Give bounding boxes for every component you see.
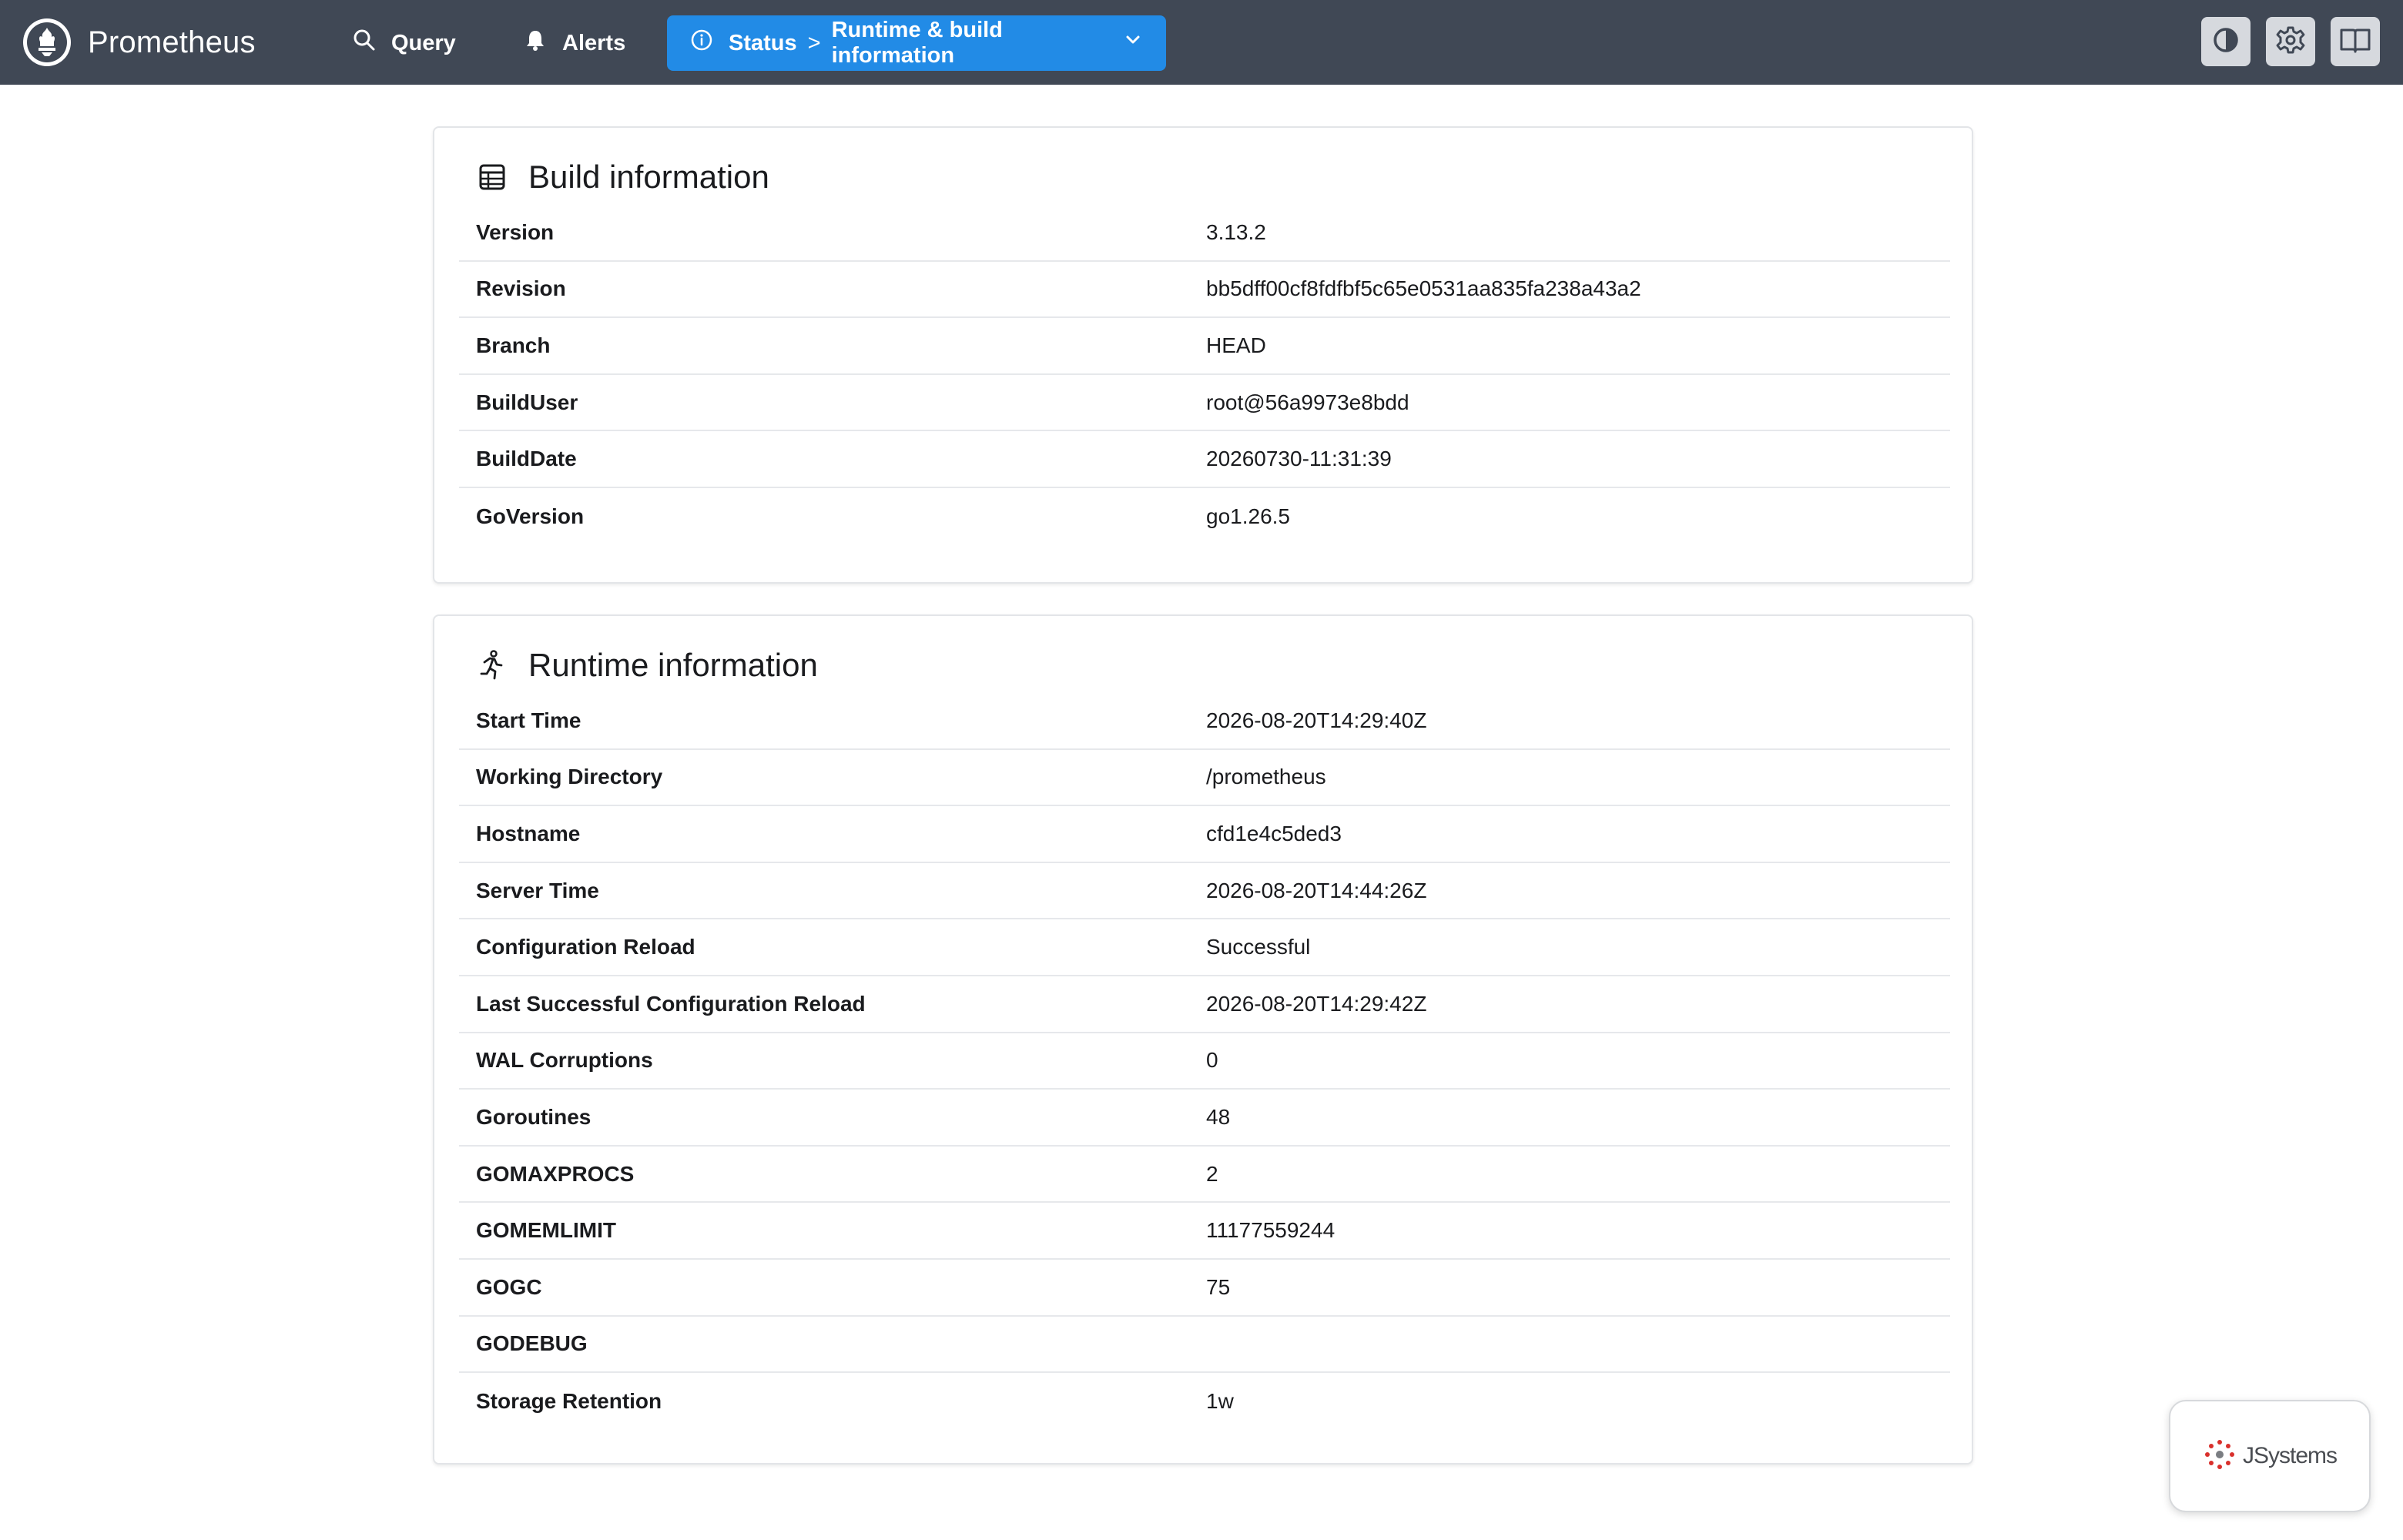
runtime-information-title: Runtime information (528, 647, 818, 683)
jsystems-logo-icon (2203, 1438, 2237, 1475)
row-label: Last Successful Configuration Reload (476, 991, 866, 1016)
row-label: Revision (476, 276, 566, 301)
row-value: Successful (1206, 935, 1311, 959)
build-information-header: Build information (476, 159, 769, 196)
row-label: GOMEMLIMIT (476, 1218, 616, 1243)
row-value: HEAD (1206, 333, 1266, 357)
table-row: Hostname cfd1e4c5ded3 (459, 806, 1950, 863)
row-value: 11177559244 (1206, 1218, 1336, 1243)
row-label: GODEBUG (476, 1331, 588, 1356)
documentation-book-icon (2339, 26, 2371, 58)
row-label: Goroutines (476, 1104, 592, 1129)
row-label: Branch (476, 333, 551, 357)
table-row: BuildDate 20260730-11:31:39 (459, 431, 1950, 488)
nav-alerts-label: Alerts (562, 30, 626, 55)
table-row: Start Time 2026-08-20T14:29:40Z (459, 693, 1950, 750)
row-label: Start Time (476, 708, 581, 732)
row-value: 20260730-11:31:39 (1206, 447, 1392, 471)
jsystems-watermark-badge: JSystems (2169, 1400, 2371, 1512)
table-row: GOGC 75 (459, 1260, 1950, 1317)
table-row: Goroutines 48 (459, 1090, 1950, 1147)
row-label: GOGC (476, 1274, 542, 1299)
table-row: GoVersion go1.26.5 (459, 488, 1950, 545)
row-value: 48 (1206, 1104, 1231, 1129)
theme-toggle-icon (2211, 25, 2240, 59)
build-information-table: Version 3.13.2 Revision bb5dff00cf8fdfbf5c… (459, 205, 1950, 545)
table-row: Version 3.13.2 (459, 205, 1950, 262)
info-icon (690, 28, 713, 58)
bell-icon (524, 28, 547, 58)
row-value: cfd1e4c5ded3 (1206, 821, 1342, 845)
row-label: WAL Corruptions (476, 1048, 653, 1073)
table-row: Server Time 2026-08-20T14:44:26Z (459, 863, 1950, 920)
table-row: GOMEMLIMIT 11177559244 (459, 1203, 1950, 1260)
row-label: BuildUser (476, 390, 578, 414)
row-value: root@56a9973e8bdd (1206, 390, 1409, 414)
brand-name: Prometheus (88, 25, 256, 59)
row-value: bb5dff00cf8fdfbf5c65e0531aa835fa238a43a2 (1206, 276, 1641, 301)
table-icon (476, 161, 508, 193)
table-row: Configuration Reload Successful (459, 919, 1950, 976)
nav-status-label: Status (729, 30, 797, 55)
row-label: GOMAXPROCS (476, 1161, 635, 1186)
table-row: Last Successful Configuration Reload 2026… (459, 976, 1950, 1033)
build-information-title: Build information (528, 159, 769, 195)
jsystems-logo-text: JSystems (2242, 1443, 2338, 1468)
top-navigation-bar: Prometheus Query Alerts Status > Runtime… (0, 0, 2403, 85)
running-person-icon (476, 649, 508, 681)
row-value: 2026-08-20T14:29:40Z (1206, 708, 1427, 732)
table-row: GODEBUG (459, 1317, 1950, 1374)
table-row: Working Directory/prometheus (459, 750, 1950, 807)
row-label: BuildDate (476, 447, 577, 471)
row-label: Server Time (476, 878, 599, 902)
row-value: 75 (1206, 1274, 1231, 1299)
prometheus-logo-icon (23, 18, 71, 66)
table-row: GOMAXPROCS 2 (459, 1147, 1950, 1204)
row-label: Version (476, 219, 555, 244)
row-label: Storage Retention (476, 1388, 662, 1413)
nav-status-current-page: Runtime & build information (831, 18, 1003, 68)
chevron-down-icon (1123, 30, 1143, 56)
row-value: 2026-08-20T14:29:42Z (1206, 991, 1427, 1016)
settings-gear-icon (2275, 25, 2306, 59)
brand-link[interactable]: Prometheus (23, 18, 256, 66)
breadcrumb-separator: > (807, 30, 821, 55)
row-value: go1.26.5 (1206, 504, 1290, 528)
table-row: BuildUser root@56a9973e8bdd (459, 375, 1950, 432)
runtime-information-table: Start Time 2026-08-20T14:29:40Z Working D… (459, 693, 1950, 1430)
row-value: 2026-08-20T14:44:26Z (1206, 878, 1427, 902)
table-row: Branch HEAD (459, 318, 1950, 375)
row-value: 0 (1206, 1048, 1218, 1073)
settings-button[interactable] (2266, 17, 2315, 66)
row-value: 1w (1206, 1388, 1234, 1413)
build-information-card: Build information Version 3.13.2 Revision… (433, 126, 1973, 584)
nav-query[interactable]: Query (337, 15, 471, 71)
table-row: Storage Retention 1w (459, 1373, 1950, 1430)
row-value: 3.13.2 (1206, 219, 1266, 244)
row-label: Configuration Reload (476, 935, 695, 959)
nav-status-dropdown[interactable]: Status > Runtime & build information (667, 15, 1166, 71)
table-row: WAL Corruptions 0 (459, 1033, 1950, 1090)
runtime-information-header: Runtime information (476, 647, 818, 684)
nav-alerts[interactable]: Alerts (508, 15, 641, 71)
theme-toggle-button[interactable] (2201, 17, 2251, 66)
runtime-information-card: Runtime information Start Time 2026-08-20… (433, 614, 1973, 1465)
row-value: 2 (1206, 1161, 1218, 1186)
row-value: /prometheus (1206, 765, 1326, 789)
row-label: GoVersion (476, 504, 585, 528)
row-label: Hostname (476, 821, 581, 845)
row-label: Working Directory (476, 765, 663, 789)
table-row: Revision bb5dff00cf8fdfbf5c65e0531aa835fa… (459, 262, 1950, 319)
documentation-button[interactable] (2331, 17, 2380, 66)
nav-query-label: Query (391, 30, 456, 55)
search-icon (353, 28, 376, 58)
